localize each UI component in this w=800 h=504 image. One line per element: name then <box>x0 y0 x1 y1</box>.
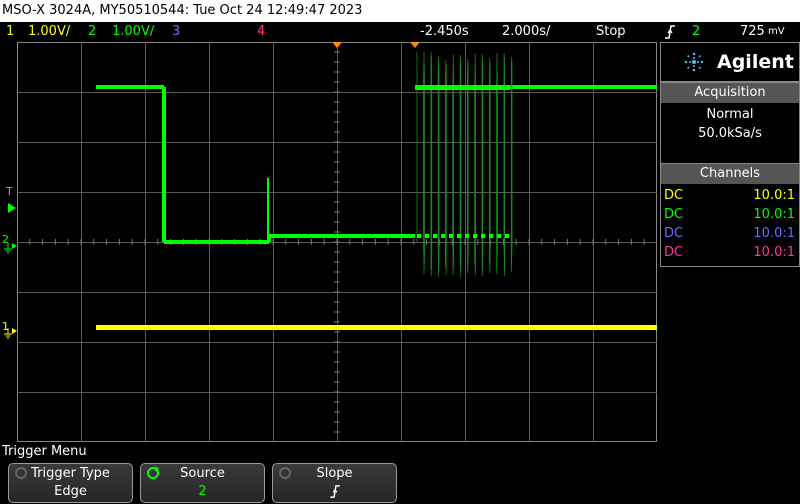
trigger-position-marker <box>332 42 342 48</box>
slope-label: Slope <box>316 466 353 481</box>
ch2-probe: 10.0:1 <box>753 207 795 222</box>
ch2-coupling: DC <box>664 207 684 222</box>
window-title: MSO-X 3024A, MY50510544: Tue Oct 24 12:4… <box>0 0 800 22</box>
channels-panel[interactable]: Channels DC 10.0:1 DC 10.0:1 DC 10.0:1 D… <box>660 163 800 267</box>
ch1-scale[interactable]: 1.00V/ <box>28 22 70 42</box>
sample-rate: 50.0kSa/s <box>698 126 762 141</box>
ch1-number[interactable]: 1 <box>6 22 14 42</box>
trigger-level-arrow-icon <box>8 198 16 217</box>
horizontal-delay[interactable]: -2.450s <box>420 22 469 42</box>
ch3-coupling: DC <box>664 226 684 241</box>
slope-value <box>273 484 396 504</box>
ch4-number[interactable]: 4 <box>257 22 265 42</box>
time-reference-marker <box>410 42 420 48</box>
trigger-type-softkey[interactable]: Trigger Type Edge <box>8 463 133 503</box>
ch4-probe: 10.0:1 <box>753 245 795 260</box>
menu-title: Trigger Menu <box>2 444 87 459</box>
ch1-probe: 10.0:1 <box>753 188 795 203</box>
acquisition-panel[interactable]: Acquisition Normal 50.0kSa/s <box>660 82 800 166</box>
status-bar: 1 1.00V/ 2 1.00V/ 3 4 -2.450s 2.000s/ St… <box>0 22 800 42</box>
trigger-level[interactable]: 725 <box>740 22 765 42</box>
agilent-spark-icon <box>684 52 704 72</box>
ch4-coupling: DC <box>664 245 684 260</box>
channel-row-4[interactable]: DC 10.0:1 <box>661 243 799 262</box>
source-label: Source <box>180 466 225 481</box>
ch1-ground-icon <box>4 325 18 344</box>
ch2-number[interactable]: 2 <box>88 22 96 42</box>
ch2-ground-icon <box>4 240 18 259</box>
channel-row-2[interactable]: DC 10.0:1 <box>661 205 799 224</box>
channels-header: Channels <box>661 164 799 184</box>
trigger-source[interactable]: 2 <box>692 22 700 42</box>
source-value: 2 <box>198 484 207 499</box>
run-state[interactable]: Stop <box>596 22 626 42</box>
source-softkey[interactable]: Source 2 <box>140 463 265 503</box>
channel-row-1[interactable]: DC 10.0:1 <box>661 186 799 205</box>
acquisition-header: Acquisition <box>661 83 799 103</box>
trigger-level-unit: mV <box>768 26 785 37</box>
brand-logo: Agilent <box>660 42 800 82</box>
ch3-probe: 10.0:1 <box>753 226 795 241</box>
timebase-scale[interactable]: 2.000s/ <box>502 22 550 42</box>
ch2-scale[interactable]: 1.00V/ <box>112 22 154 42</box>
trigger-type-label: Trigger Type <box>31 466 110 481</box>
channel-row-3[interactable]: DC 10.0:1 <box>661 224 799 243</box>
trigger-type-value: Edge <box>54 484 87 499</box>
slope-softkey[interactable]: Slope <box>272 463 397 503</box>
acquisition-mode: Normal <box>706 107 754 122</box>
ch3-number[interactable]: 3 <box>172 22 180 42</box>
trigger-level-marker[interactable]: T <box>6 186 13 198</box>
brand-name: Agilent <box>717 51 794 73</box>
waveform-traces <box>96 42 657 330</box>
rising-edge-icon <box>329 485 340 498</box>
waveform-display[interactable] <box>17 42 657 442</box>
ch1-coupling: DC <box>664 188 684 203</box>
